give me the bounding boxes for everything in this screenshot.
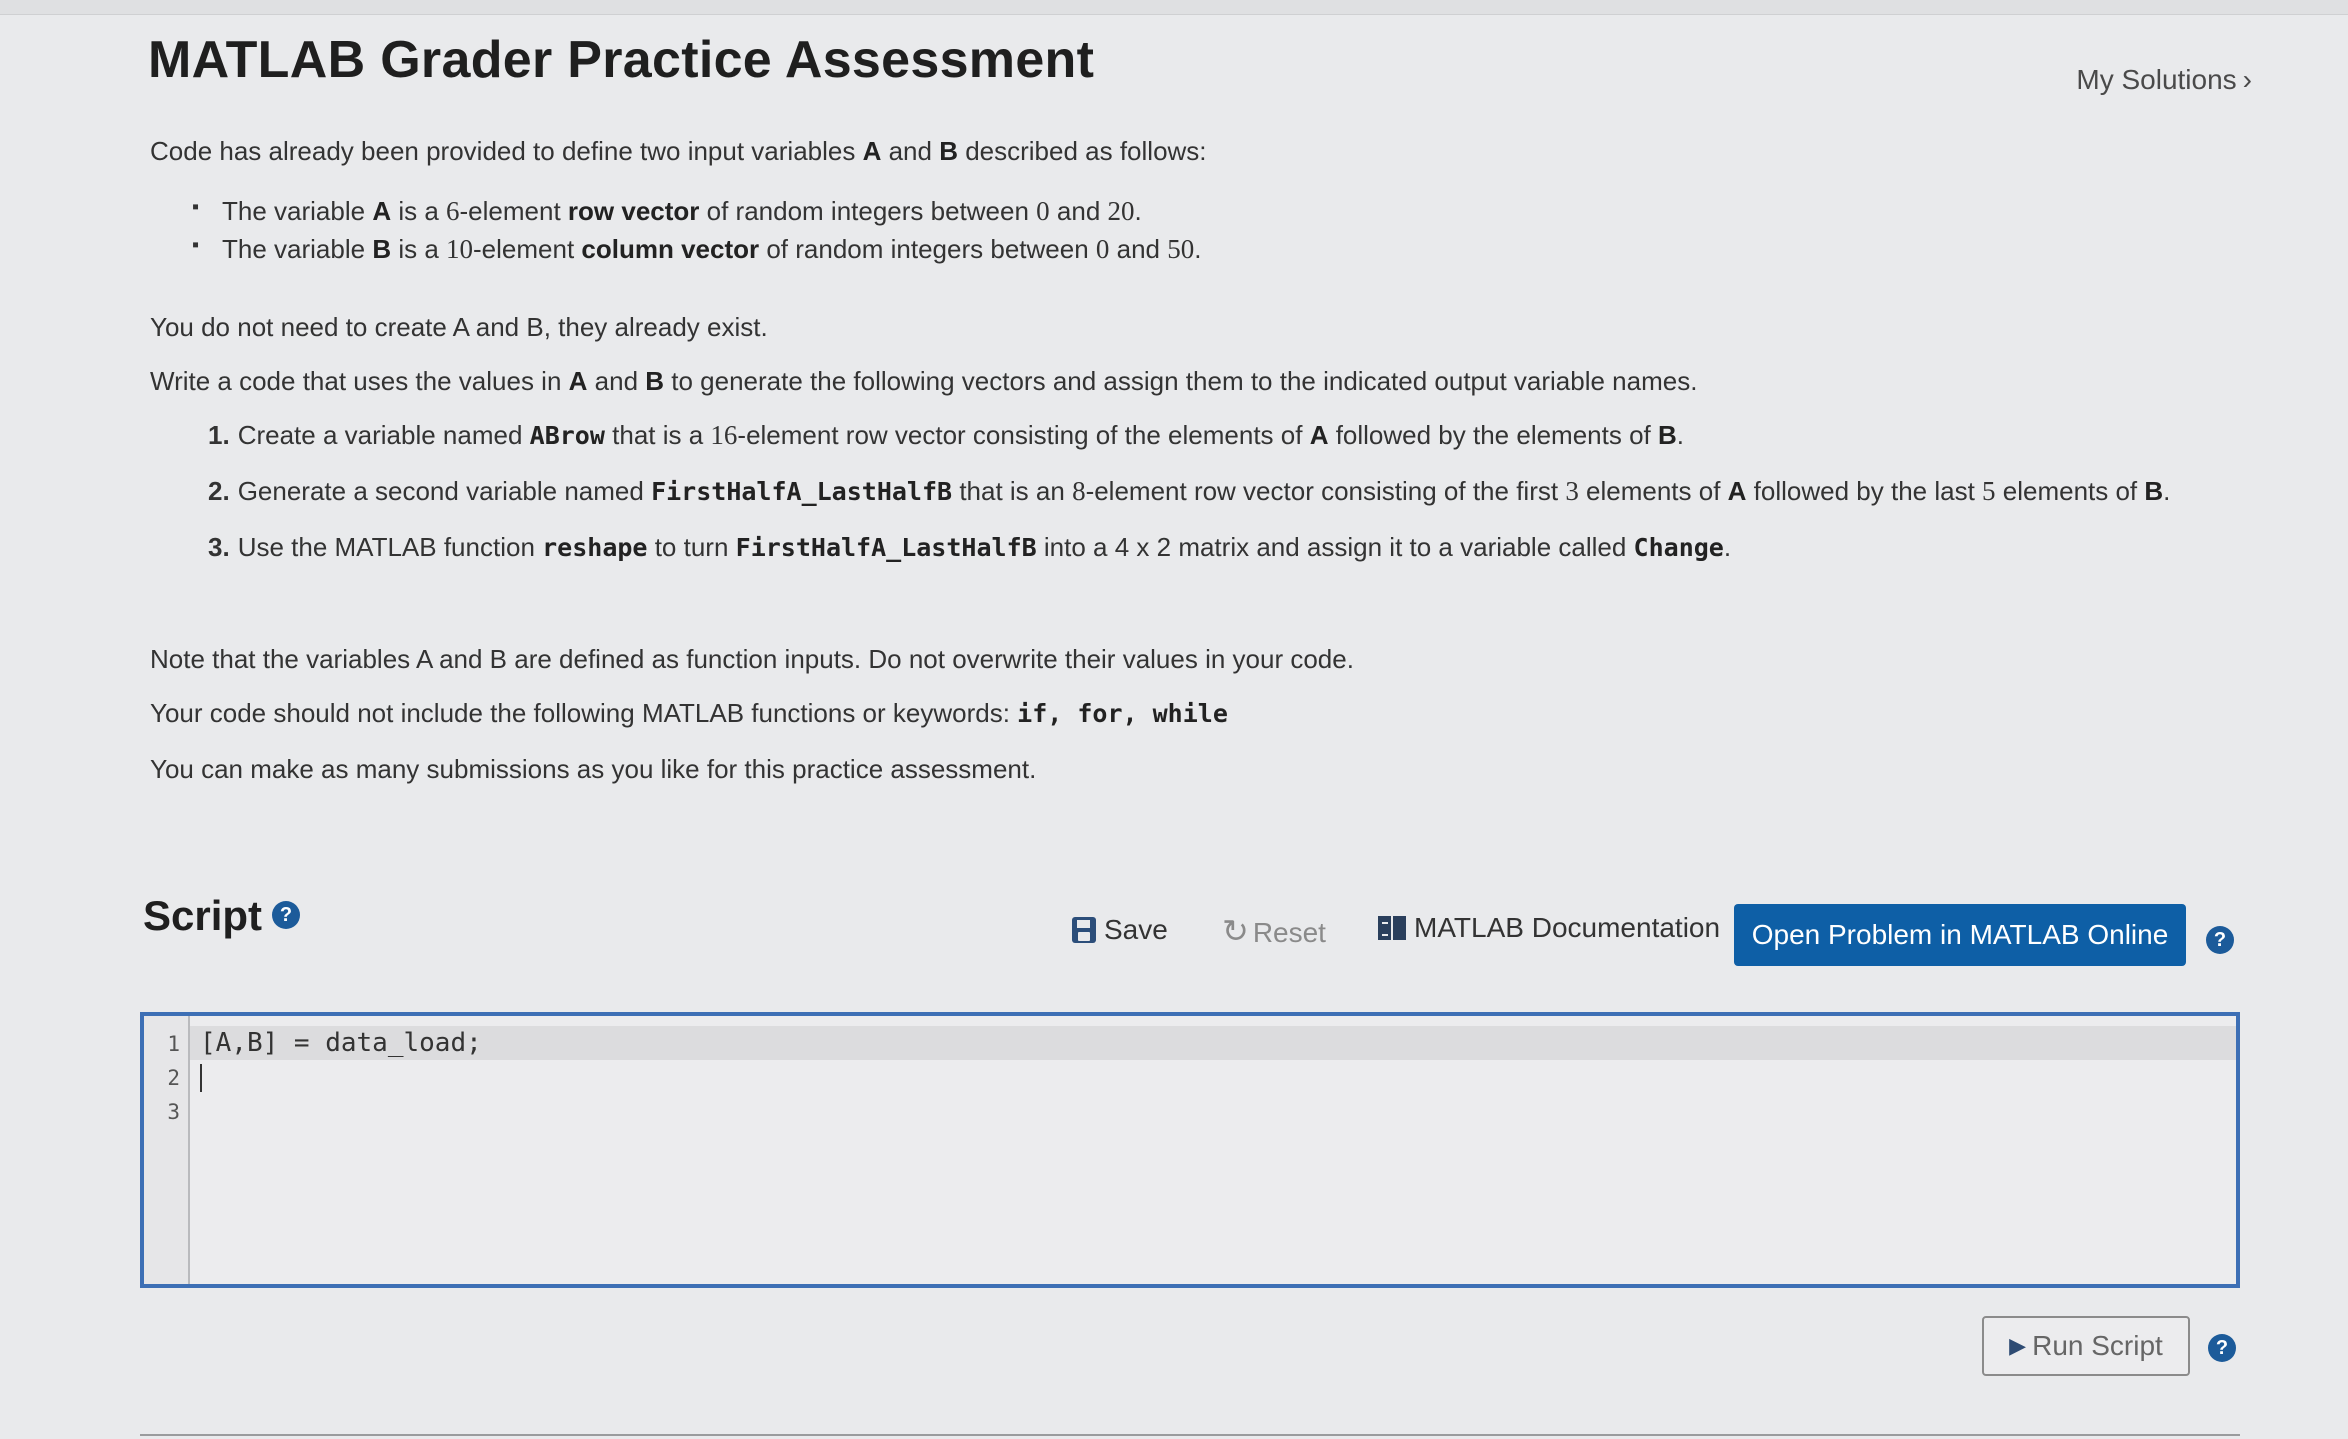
code-line[interactable]: [A,B] = data_load; bbox=[200, 1028, 482, 1058]
help-icon[interactable]: ? bbox=[2208, 1334, 2236, 1362]
page: MATLAB Grader Practice Assessment My Sol… bbox=[0, 0, 2348, 1439]
chevron-right-icon: › bbox=[2242, 64, 2252, 95]
no-need-text: You do not need to create A and B, they … bbox=[150, 312, 768, 342]
save-label: Save bbox=[1104, 914, 1168, 945]
script-heading-label: Script bbox=[143, 892, 263, 939]
help-icon[interactable]: ? bbox=[272, 900, 301, 929]
page-title: MATLAB Grader Practice Assessment bbox=[148, 31, 1095, 89]
line-number-gutter: 1 2 3 bbox=[144, 1016, 190, 1284]
note-text: Note that the variables A and B are defi… bbox=[150, 644, 1354, 674]
reset-button[interactable]: ↻ Reset bbox=[1222, 912, 1326, 950]
matlab-documentation-button[interactable]: MATLAB Documentation bbox=[1378, 912, 1720, 944]
step-2: 2. Generate a second variable named First… bbox=[208, 476, 2171, 506]
save-button[interactable]: Save bbox=[1072, 914, 1168, 946]
intro-text: Code has already been provided to define… bbox=[150, 136, 1207, 166]
bullet-variable-a: The variable A is a 6-element row vector… bbox=[192, 196, 1142, 227]
text-caret bbox=[200, 1064, 202, 1092]
step-3: 3. Use the MATLAB function reshape to tur… bbox=[208, 532, 1732, 562]
forbidden-keywords-text: Your code should not include the followi… bbox=[150, 698, 1228, 728]
open-in-matlab-online-button[interactable]: Open Problem in MATLAB Online bbox=[1734, 904, 2186, 966]
help-icon[interactable]: ? bbox=[2206, 926, 2234, 954]
line-number: 3 bbox=[167, 1100, 180, 1124]
write-text: Write a code that uses the values in A a… bbox=[150, 366, 1698, 396]
line-number: 2 bbox=[167, 1066, 180, 1090]
step-1: 1. Create a variable named ABrow that is … bbox=[208, 420, 1685, 450]
reset-label: Reset bbox=[1252, 917, 1326, 948]
line-number: 1 bbox=[167, 1032, 180, 1056]
active-line-highlight bbox=[190, 1026, 2236, 1060]
submissions-text: You can make as many submissions as you … bbox=[150, 754, 1037, 784]
reset-icon: ↻ bbox=[1222, 913, 1249, 949]
script-heading: Script? bbox=[143, 892, 301, 940]
matlab-documentation-label: MATLAB Documentation bbox=[1414, 912, 1721, 943]
divider bbox=[140, 1434, 2240, 1436]
run-script-button[interactable]: ▶ Run Script bbox=[1982, 1316, 2190, 1376]
run-script-label: Run Script bbox=[2032, 1330, 2163, 1361]
my-solutions-link[interactable]: My Solutions › bbox=[2076, 64, 2252, 96]
save-icon bbox=[1072, 917, 1096, 943]
code-editor[interactable]: 1 2 3 [A,B] = data_load; bbox=[140, 1012, 2240, 1288]
my-solutions-label[interactable]: My Solutions bbox=[2076, 64, 2236, 95]
book-icon bbox=[1378, 916, 1406, 940]
top-strip bbox=[0, 0, 2348, 15]
play-icon: ▶ bbox=[2009, 1333, 2027, 1358]
bullet-variable-b: The variable B is a 10-element column ve… bbox=[192, 234, 1201, 265]
